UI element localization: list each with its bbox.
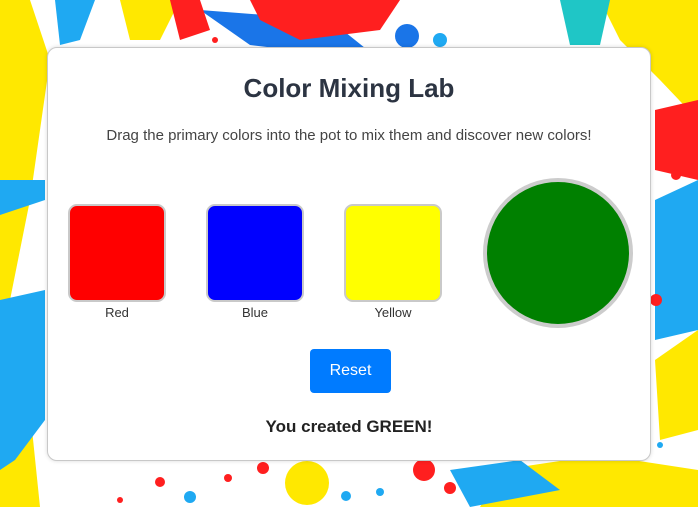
color-swatch-red[interactable] xyxy=(68,204,166,302)
color-label-yellow: Yellow xyxy=(374,305,412,320)
result-message: You created GREEN! xyxy=(265,417,433,436)
paint-dot xyxy=(657,442,663,448)
page-title: Color Mixing Lab xyxy=(243,73,455,103)
instructions-text: Drag the primary colors into the pot to … xyxy=(106,127,592,144)
paint-dot xyxy=(671,170,681,180)
paint-dot xyxy=(444,482,456,494)
paint-dot xyxy=(650,294,662,306)
paint-dot xyxy=(413,459,435,481)
reset-button[interactable]: Reset xyxy=(310,349,391,393)
color-swatch-red-container: Red xyxy=(68,204,166,320)
paint-dot xyxy=(341,491,351,501)
paint-dot xyxy=(433,33,447,47)
paint-dot xyxy=(224,474,232,482)
paint-stroke xyxy=(120,0,180,40)
lab-card: Color Mixing Lab Drag the primary colors… xyxy=(47,47,651,461)
paint-stroke xyxy=(655,330,698,440)
paint-stroke xyxy=(0,0,50,320)
color-swatch-blue[interactable] xyxy=(206,204,304,302)
color-swatch-blue-container: Blue xyxy=(206,204,304,320)
mixing-pot[interactable] xyxy=(483,178,633,328)
paint-dot xyxy=(184,491,196,503)
color-label-blue: Blue xyxy=(241,305,269,320)
color-label-red: Red xyxy=(105,305,129,320)
paint-dot xyxy=(395,24,419,48)
paint-dot xyxy=(376,488,384,496)
paint-stroke xyxy=(55,0,95,45)
paint-stroke xyxy=(655,180,698,340)
paint-dot xyxy=(212,37,218,43)
color-swatch-yellow[interactable] xyxy=(344,204,442,302)
paint-stroke xyxy=(655,100,698,180)
color-swatch-yellow-container: Yellow xyxy=(344,204,442,320)
paint-stroke xyxy=(0,290,45,470)
paint-dot xyxy=(117,497,123,503)
paint-stroke xyxy=(560,0,610,45)
paint-dot xyxy=(257,462,269,474)
paint-stroke xyxy=(170,0,210,40)
paint-dot xyxy=(155,477,165,487)
paint-dot xyxy=(285,461,329,505)
